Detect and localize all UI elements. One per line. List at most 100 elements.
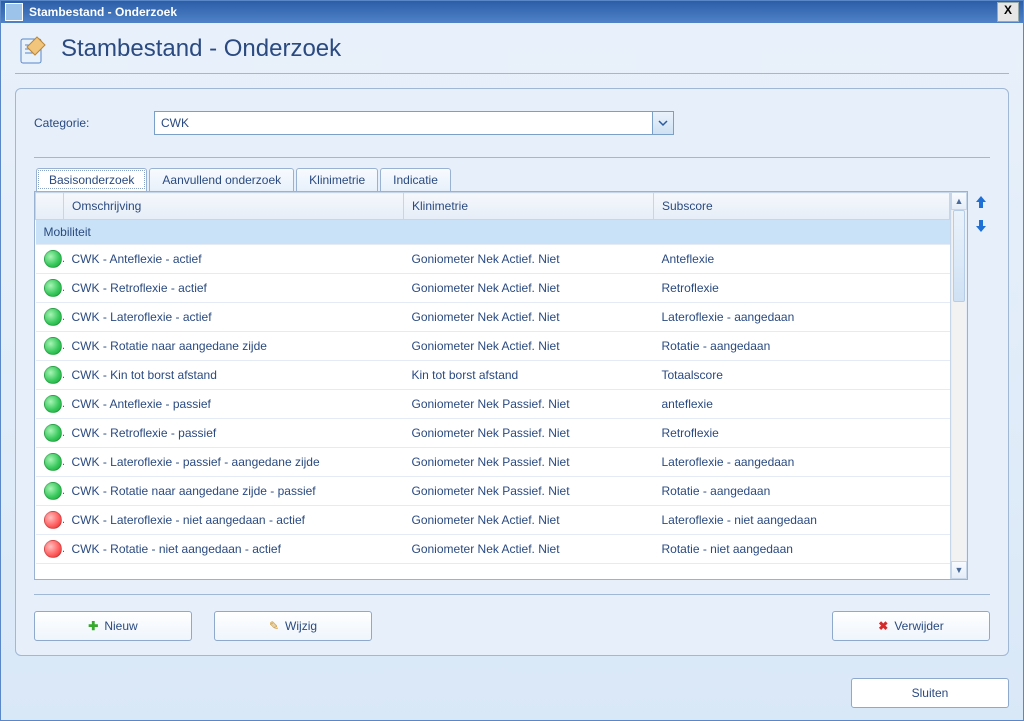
page-header: Stambestand - Onderzoek [1,23,1023,73]
description-cell: CWK - Rotatie - niet aangedaan - actief [64,535,404,564]
subscore-cell: Totaalscore [654,361,950,390]
page-title: Stambestand - Onderzoek [61,35,341,63]
panel-footer: ✚ Nieuw ✎ Wijzig ✖ Verwijder [34,594,990,641]
status-cell [36,477,64,506]
edit-button[interactable]: ✎ Wijzig [214,611,372,641]
new-button-label: Nieuw [104,619,137,633]
edit-button-label: Wijzig [285,619,317,633]
main-panel: Categorie: BasisonderzoekAanvullend onde… [15,88,1009,656]
subscore-cell: Rotatie - aangedaan [654,332,950,361]
status-cell [36,535,64,564]
subscore-cell: Retroflexie [654,419,950,448]
status-ok-icon [44,279,62,297]
description-cell: CWK - Lateroflexie - niet aangedaan - ac… [64,506,404,535]
group-label: Mobiliteit [36,220,950,245]
description-cell: CWK - Anteflexie - passief [64,390,404,419]
subscore-cell: Lateroflexie - niet aangedaan [654,506,950,535]
delete-button-label: Verwijder [894,619,943,633]
klinimetrie-cell: Kin tot borst afstand [404,361,654,390]
window-footer: Sluiten [1,670,1023,720]
group-row[interactable]: Mobiliteit [36,220,950,245]
category-row: Categorie: [34,111,990,135]
table-row[interactable]: CWK - Retroflexie - passiefGoniometer Ne… [36,419,950,448]
klinimetrie-cell: Goniometer Nek Actief. Niet [404,535,654,564]
description-cell: CWK - Lateroflexie - passief - aangedane… [64,448,404,477]
header-icon [15,31,51,67]
category-select[interactable] [154,111,674,135]
status-cell [36,506,64,535]
column-description[interactable]: Omschrijving [64,193,404,220]
scroll-thumb[interactable] [953,210,965,302]
table-row[interactable]: CWK - Retroflexie - actiefGoniometer Nek… [36,274,950,303]
status-cell [36,332,64,361]
table-row[interactable]: CWK - Anteflexie - actiefGoniometer Nek … [36,245,950,274]
description-cell: CWK - Rotatie naar aangedane zijde - pas… [64,477,404,506]
description-cell: CWK - Lateroflexie - actief [64,303,404,332]
subscore-cell: Rotatie - aangedaan [654,477,950,506]
status-ok-icon [44,308,62,326]
klinimetrie-cell: Goniometer Nek Actief. Niet [404,506,654,535]
status-ok-icon [44,424,62,442]
subscore-cell: Rotatie - niet aangedaan [654,535,950,564]
tab-3[interactable]: Indicatie [380,168,451,191]
column-subscore[interactable]: Subscore [654,193,950,220]
table-row[interactable]: CWK - Rotatie naar aangedane zijde - pas… [36,477,950,506]
klinimetrie-cell: Goniometer Nek Passief. Niet [404,477,654,506]
tab-1[interactable]: Aanvullend onderzoek [149,168,294,191]
titlebar: Stambestand - Onderzoek X [1,1,1023,23]
scroll-up-button[interactable]: ▲ [951,192,967,210]
description-cell: CWK - Retroflexie - actief [64,274,404,303]
chevron-down-icon[interactable] [652,112,673,134]
status-cell [36,274,64,303]
category-input[interactable] [154,111,674,135]
table-row[interactable]: CWK - Rotatie - niet aangedaan - actiefG… [36,535,950,564]
table-row[interactable]: CWK - Kin tot borst afstandKin tot borst… [36,361,950,390]
tab-0[interactable]: Basisonderzoek [36,168,147,191]
table-row[interactable]: CWK - Lateroflexie - actiefGoniometer Ne… [36,303,950,332]
subscore-cell: Anteflexie [654,245,950,274]
klinimetrie-cell: Goniometer Nek Actief. Niet [404,274,654,303]
status-cell [36,419,64,448]
window-close-button[interactable]: X [997,2,1019,22]
move-up-button[interactable] [973,193,989,211]
scroll-down-button[interactable]: ▼ [951,561,967,579]
panel-divider [34,157,990,158]
status-ok-icon [44,366,62,384]
subscore-cell: Lateroflexie - aangedaan [654,303,950,332]
table-row[interactable]: CWK - Lateroflexie - niet aangedaan - ac… [36,506,950,535]
status-cell [36,245,64,274]
header-divider [15,73,1009,74]
klinimetrie-cell: Goniometer Nek Actief. Niet [404,245,654,274]
vertical-scrollbar[interactable]: ▲ ▼ [950,192,967,579]
description-cell: CWK - Retroflexie - passief [64,419,404,448]
description-cell: CWK - Rotatie naar aangedane zijde [64,332,404,361]
table-row[interactable]: CWK - Lateroflexie - passief - aangedane… [36,448,950,477]
grid: Omschrijving Klinimetrie Subscore Mobili… [34,191,968,580]
new-button[interactable]: ✚ Nieuw [34,611,192,641]
tab-2[interactable]: Klinimetrie [296,168,378,191]
status-cell [36,448,64,477]
delete-icon: ✖ [878,619,888,633]
status-cell [36,361,64,390]
status-ok-icon [44,250,62,268]
klinimetrie-cell: Goniometer Nek Actief. Niet [404,332,654,361]
tabs: BasisonderzoekAanvullend onderzoekKlinim… [36,168,990,191]
delete-button[interactable]: ✖ Verwijder [832,611,990,641]
status-error-icon [44,540,62,558]
reorder-controls [972,191,990,580]
plus-icon: ✚ [88,619,98,633]
category-label: Categorie: [34,116,154,130]
table-row[interactable]: CWK - Rotatie naar aangedane zijdeGoniom… [36,332,950,361]
status-ok-icon [44,395,62,413]
klinimetrie-cell: Goniometer Nek Passief. Niet [404,390,654,419]
table-row[interactable]: CWK - Anteflexie - passiefGoniometer Nek… [36,390,950,419]
klinimetrie-cell: Goniometer Nek Passief. Niet [404,448,654,477]
close-button[interactable]: Sluiten [851,678,1009,708]
status-ok-icon [44,453,62,471]
description-cell: CWK - Anteflexie - actief [64,245,404,274]
table-area: Omschrijving Klinimetrie Subscore Mobili… [34,191,990,580]
scroll-track[interactable] [951,210,967,561]
column-klinimetrie[interactable]: Klinimetrie [404,193,654,220]
column-status[interactable] [36,193,64,220]
move-down-button[interactable] [973,217,989,235]
